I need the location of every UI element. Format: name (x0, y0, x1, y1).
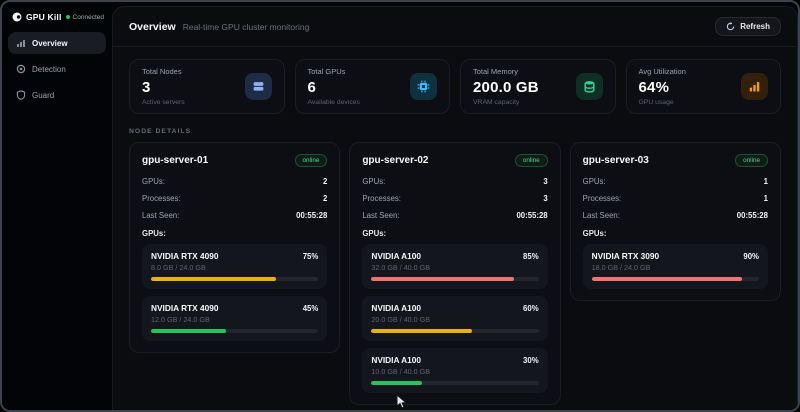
utilization-bar (371, 329, 538, 333)
database-icon (576, 73, 603, 100)
status-badge: online (735, 154, 768, 167)
stat-value: 3 (142, 79, 185, 96)
utilization-bar (592, 277, 759, 281)
sidebar-item-label: Detection (32, 65, 66, 74)
gpu-row: NVIDIA RTX 409075% 8.0 GB / 24.0 GB (142, 244, 327, 289)
stats-row: Total Nodes 3 Active servers Total GPUs … (129, 59, 781, 114)
node-card-gpu-server-01: gpu-server-01 online GPUs:2 Processes:2 … (129, 142, 340, 353)
node-card-gpu-server-03: gpu-server-03 online GPUs:1 Processes:1 … (570, 142, 781, 301)
refresh-button[interactable]: Refresh (715, 17, 781, 36)
sidebar-item-guard[interactable]: Guard (8, 84, 106, 106)
target-icon (16, 64, 26, 74)
connected-dot-icon (66, 15, 70, 19)
bar-chart-icon (16, 38, 26, 48)
connection-status: Connected (66, 14, 104, 21)
utilization-bar (371, 381, 538, 385)
node-card-gpu-server-02: gpu-server-02 online GPUs:3 Processes:3 … (349, 142, 560, 405)
gpu-kill-dashboard: GPU Kill Connected Overview Detection Gu… (0, 0, 800, 412)
refresh-icon (726, 22, 735, 31)
node-name: gpu-server-02 (362, 155, 428, 166)
utilization-bar (371, 277, 538, 281)
chip-icon (410, 73, 437, 100)
utilization-bar (151, 329, 318, 333)
stat-value: 64% (639, 79, 686, 96)
stat-card-total-gpus: Total GPUs 6 Available devices (295, 59, 451, 114)
stat-value: 200.0 GB (473, 79, 539, 96)
sidebar-item-label: Guard (32, 91, 54, 100)
node-name: gpu-server-03 (583, 155, 649, 166)
server-icon (245, 73, 272, 100)
sidebar-item-label: Overview (32, 39, 68, 48)
gpu-row: NVIDIA A10030% 10.0 GB / 40.0 GB (362, 348, 547, 393)
utilization-bar (151, 277, 318, 281)
shield-icon (16, 90, 26, 100)
bar-chart-icon (741, 73, 768, 100)
sidebar-item-overview[interactable]: Overview (8, 32, 106, 54)
sidebar-item-detection[interactable]: Detection (8, 58, 106, 80)
stat-value: 6 (308, 79, 360, 96)
page-title: Overview (129, 21, 176, 33)
status-badge: online (515, 154, 548, 167)
page-header: Overview Real-time GPU cluster monitorin… (113, 7, 797, 47)
gpu-row: NVIDIA A10060% 20.0 GB / 40.0 GB (362, 296, 547, 341)
status-badge: online (295, 154, 328, 167)
app-name: GPU Kill (26, 12, 62, 22)
page-subtitle: Real-time GPU cluster monitoring (183, 22, 310, 32)
stat-card-total-memory: Total Memory 200.0 GB VRAM capacity (460, 59, 616, 114)
main-panel: Overview Real-time GPU cluster monitorin… (112, 6, 798, 412)
brand-row: GPU Kill Connected (8, 10, 106, 32)
gpu-row: NVIDIA A10085% 32.0 GB / 40.0 GB (362, 244, 547, 289)
app-logo-icon (12, 12, 22, 22)
node-name: gpu-server-01 (142, 155, 208, 166)
section-label-node-details: NODE DETAILS (129, 128, 781, 135)
nodes-grid: gpu-server-01 online GPUs:2 Processes:2 … (129, 142, 781, 405)
gpu-row: NVIDIA RTX 409045% 12.0 GB / 24.0 GB (142, 296, 327, 341)
stat-card-avg-utilization: Avg Utilization 64% GPU usage (626, 59, 782, 114)
sidebar: GPU Kill Connected Overview Detection Gu… (2, 2, 112, 412)
stat-card-total-nodes: Total Nodes 3 Active servers (129, 59, 285, 114)
gpu-row: NVIDIA RTX 309090% 18.0 GB / 24.0 GB (583, 244, 768, 289)
